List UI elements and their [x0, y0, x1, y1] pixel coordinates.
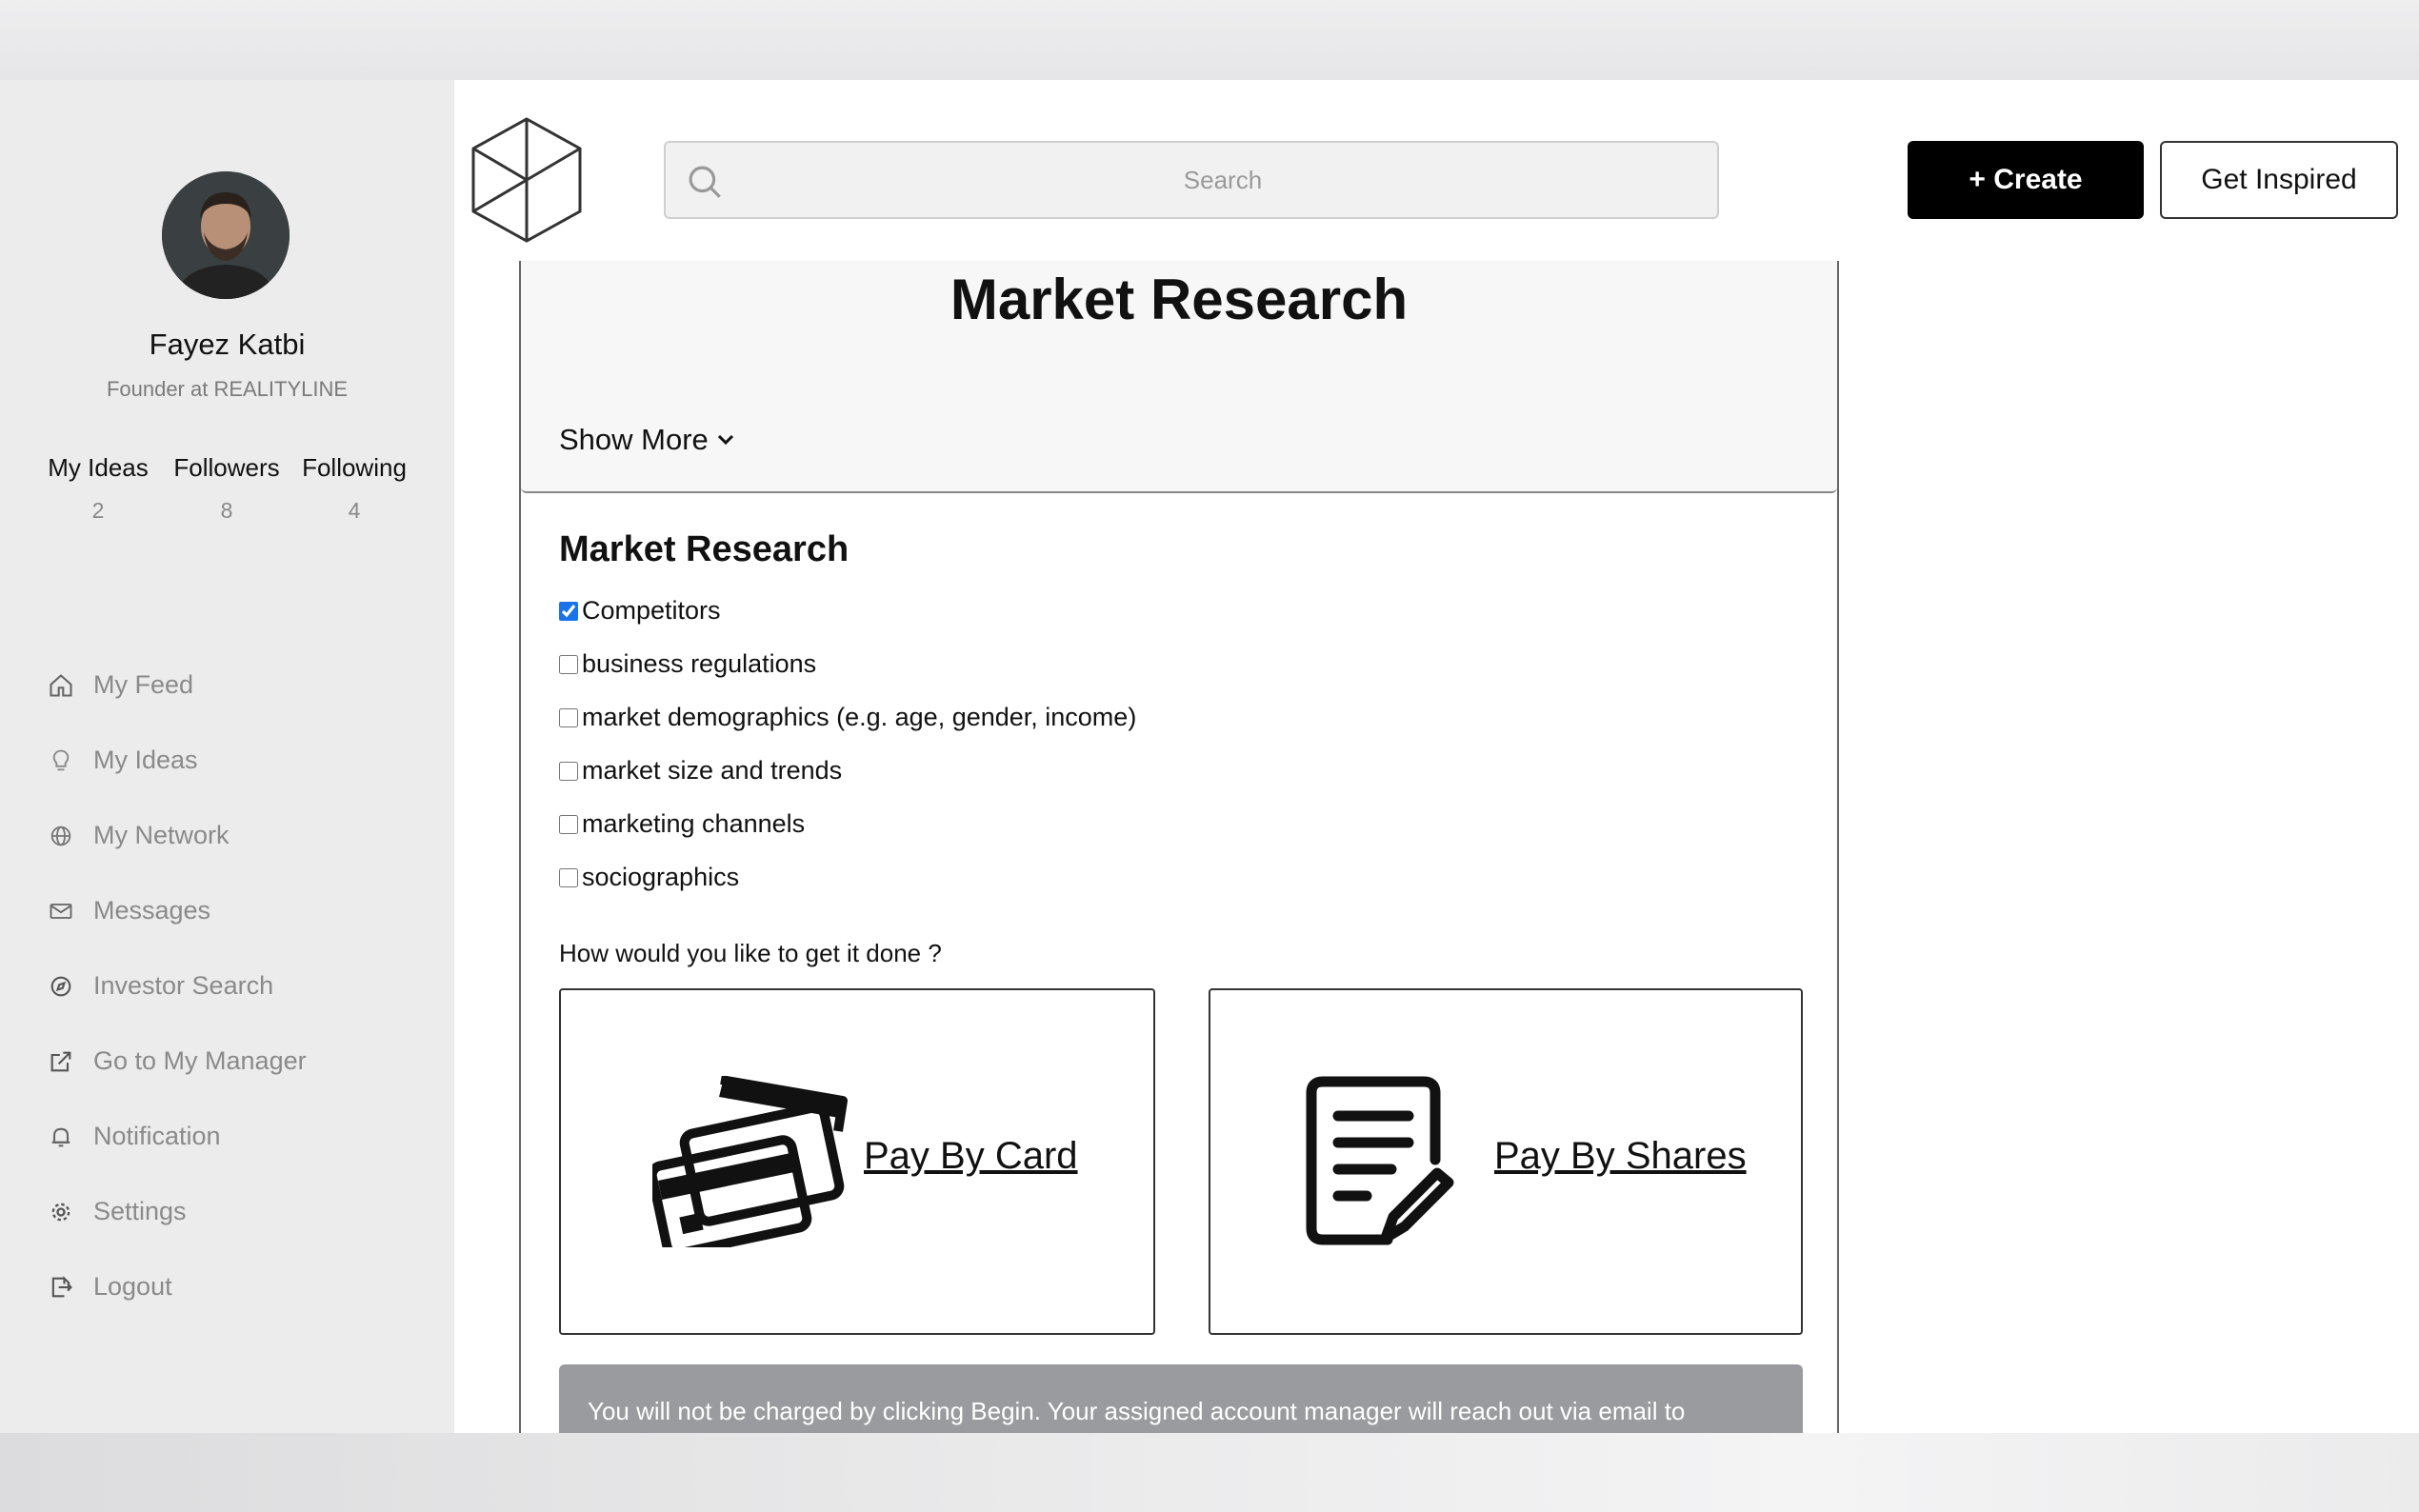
create-button[interactable]: + Create: [1908, 141, 2144, 219]
checklist-item-market-size[interactable]: market size and trends: [559, 756, 842, 786]
payment-question: How would you like to get it done ?: [559, 939, 942, 967]
checklist-item-competitors[interactable]: Competitors: [559, 596, 721, 626]
stat-label: My Ideas: [48, 453, 149, 482]
stat-label: Following: [302, 453, 407, 482]
home-icon: [50, 673, 72, 697]
checklist-item-marketing-channels[interactable]: marketing channels: [559, 809, 805, 839]
bell-icon: [51, 1127, 70, 1146]
checklist-label: marketing channels: [582, 809, 806, 838]
browser-top-strip: [0, 0, 2419, 80]
sidebar: Fayez Katbi Founder at REALITYLINE My Id…: [0, 80, 454, 1433]
checklist-label: market demographics (e.g. age, gender, i…: [582, 703, 1137, 731]
mail-icon: [50, 903, 72, 919]
logo-icon[interactable]: [470, 116, 583, 244]
section-title: Market Research: [559, 529, 850, 569]
sidebar-item-label: Investor Search: [93, 971, 274, 1000]
stat-my-ideas[interactable]: My Ideas 2: [48, 453, 149, 524]
pay-by-shares-link[interactable]: Pay By Shares: [1494, 1135, 1747, 1178]
compass-icon: [50, 976, 71, 996]
sidebar-item-label: Settings: [93, 1197, 187, 1225]
lightbulb-icon: [52, 749, 70, 770]
sidebar-item-label: Notification: [93, 1122, 221, 1150]
user-role: Founder at REALITYLINE: [106, 377, 349, 401]
avatar-photo: [162, 171, 290, 299]
gear-icon: [51, 1203, 70, 1221]
checklist-item-market-demographics[interactable]: market demographics (e.g. age, gender, i…: [559, 703, 1136, 732]
show-more-label: Show More: [559, 423, 709, 456]
checklist-label: business regulations: [582, 649, 817, 678]
stat-following[interactable]: Following 4: [298, 453, 410, 524]
checkbox[interactable]: [559, 814, 578, 834]
sidebar-item-label: Logout: [93, 1272, 172, 1301]
checklist-label: sociographics: [582, 863, 740, 891]
checkbox[interactable]: [559, 654, 578, 674]
sidebar-item-label: Messages: [93, 896, 211, 925]
search-bar: [664, 141, 1719, 219]
sidebar-item-my-feed[interactable]: My Feed: [48, 670, 193, 700]
sidebar-item-label: My Ideas: [93, 746, 198, 774]
avatar[interactable]: [162, 171, 290, 299]
globe-icon: [50, 826, 71, 846]
main-content: Market Research Show More Market Researc…: [519, 261, 1839, 1433]
pay-by-shares-option[interactable]: Pay By Shares: [1209, 988, 1803, 1335]
document-edit-icon: [1306, 1076, 1454, 1245]
show-more-toggle[interactable]: Show More: [559, 423, 735, 457]
external-link-icon: [50, 1051, 71, 1071]
card-title: Market Research: [950, 268, 1409, 331]
pay-by-card-link[interactable]: Pay By Card: [864, 1135, 1078, 1178]
get-inspired-button[interactable]: Get Inspired: [2160, 141, 2398, 219]
checklist-label: Competitors: [582, 596, 721, 625]
sidebar-item-label: Go to My Manager: [93, 1046, 307, 1075]
stat-label: Followers: [173, 453, 280, 482]
checkbox[interactable]: [559, 707, 578, 727]
checkbox[interactable]: [559, 867, 578, 887]
info-notice: You will not be charged by clicking Begi…: [559, 1364, 1803, 1433]
checkbox[interactable]: [559, 761, 578, 781]
user-name: Fayez Katbi: [149, 328, 306, 361]
checklist-item-sociographics[interactable]: sociographics: [559, 863, 739, 892]
checkbox[interactable]: [559, 601, 578, 621]
checklist-label: market size and trends: [582, 756, 843, 785]
idea-card: Market Research Show More: [521, 261, 1837, 493]
sidebar-item-go-to-my-manager[interactable]: Go to My Manager: [48, 1046, 307, 1076]
stat-value: 8: [220, 498, 233, 523]
sidebar-item-investor-search[interactable]: Investor Search: [48, 971, 273, 1001]
sidebar-item-messages[interactable]: Messages: [48, 896, 210, 925]
credit-card-icon: [652, 1076, 848, 1247]
logout-icon: [51, 1275, 72, 1297]
sidebar-item-my-ideas[interactable]: My Ideas: [48, 746, 198, 775]
search-icon: [689, 166, 721, 198]
stat-value: 2: [91, 498, 105, 523]
sidebar-item-my-network[interactable]: My Network: [48, 821, 230, 850]
search-input[interactable]: [742, 143, 1704, 217]
checklist-item-business-regulations[interactable]: business regulations: [559, 649, 816, 679]
stat-value: 4: [348, 498, 361, 523]
browser-bottom-strip: [0, 1433, 2419, 1512]
stat-followers[interactable]: Followers 8: [171, 453, 282, 524]
sidebar-item-logout[interactable]: Logout: [48, 1272, 172, 1302]
sidebar-item-notification[interactable]: Notification: [48, 1122, 221, 1151]
pay-by-card-option[interactable]: Pay By Card: [559, 988, 1155, 1335]
chevron-down-icon: [717, 434, 733, 446]
sidebar-item-label: My Network: [93, 821, 230, 849]
sidebar-item-settings[interactable]: Settings: [48, 1197, 187, 1226]
sidebar-item-label: My Feed: [93, 670, 194, 699]
app-window: Fayez Katbi Founder at REALITYLINE My Id…: [0, 80, 2419, 1433]
